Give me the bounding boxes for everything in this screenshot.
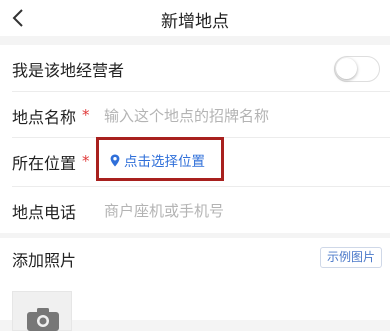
required-mark: *: [82, 152, 90, 170]
name-row: 地点名称 * 输入这个地点的招牌名称: [0, 92, 390, 138]
sample-image-button[interactable]: 示例图片: [319, 247, 382, 268]
name-input[interactable]: 输入这个地点的招牌名称: [104, 105, 269, 126]
camera-icon: [27, 308, 59, 331]
name-label: 地点名称: [12, 108, 77, 127]
phone-label: 地点电话: [12, 203, 77, 222]
phone-input[interactable]: 商户座机或手机号: [104, 200, 224, 221]
navigation-bar: 新增地点: [0, 0, 390, 36]
add-photo-button[interactable]: [12, 291, 72, 331]
page-title: 新增地点: [161, 12, 229, 32]
operator-toggle[interactable]: [334, 56, 380, 82]
phone-row: 地点电话 商户座机或手机号: [0, 187, 390, 233]
operator-label: 我是该地经营者: [12, 61, 125, 80]
photos-label: 添加照片: [12, 251, 77, 270]
toggle-knob: [336, 58, 357, 79]
operator-row: 我是该地经营者: [0, 45, 390, 91]
location-pin-icon: [110, 154, 120, 166]
select-location-button[interactable]: 点击选择位置: [110, 149, 205, 171]
select-location-label: 点击选择位置: [124, 154, 205, 170]
required-mark: *: [82, 106, 90, 124]
location-label: 所在位置: [12, 154, 77, 173]
